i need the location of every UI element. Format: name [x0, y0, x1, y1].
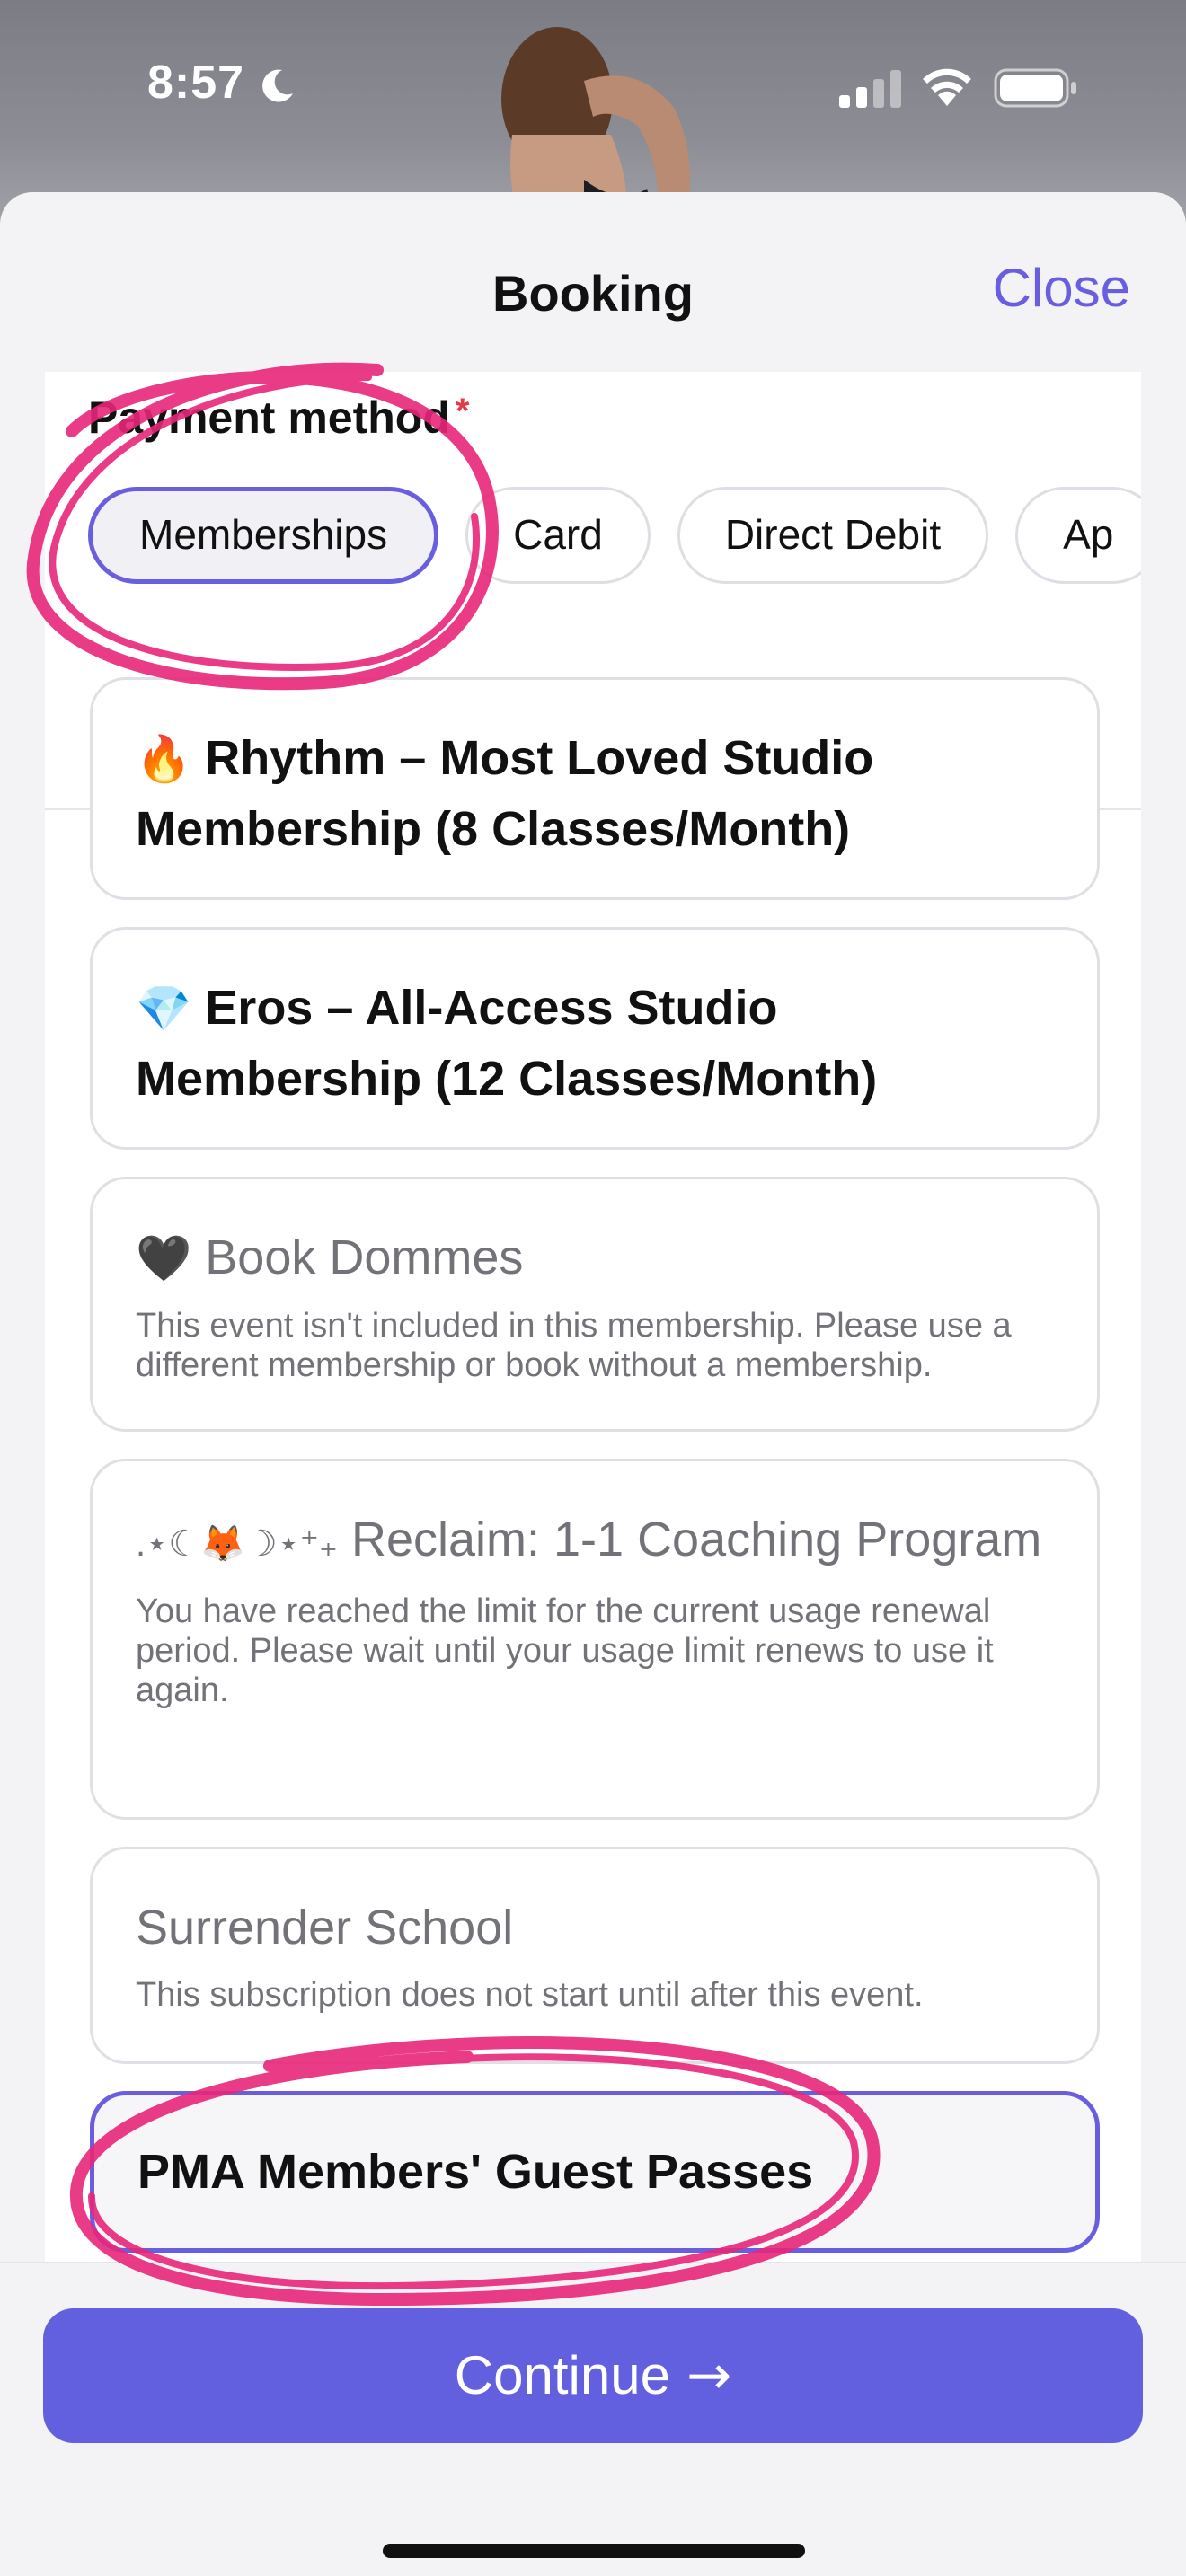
moon-icon [262, 69, 293, 102]
membership-title: PMA Members' Guest Passes [137, 2145, 814, 2199]
membership-note: This subscription does not start until a… [136, 1976, 924, 2014]
wifi-icon [923, 68, 971, 106]
status-time: 8:57 [147, 57, 245, 109]
membership-card-surrender-school: Surrender School This subscription does … [90, 1847, 1100, 2064]
membership-title: .⋆☾🦊☽⋆⁺₊ Reclaim: 1-1 Coaching Program [136, 1504, 1054, 1579]
membership-title-text: Reclaim: 1-1 Coaching Program [350, 1513, 1042, 1566]
membership-title-text: Rhythm – Most Loved Studio Membership (8… [136, 731, 874, 856]
arrow-right-icon: → [686, 2344, 732, 2407]
continue-label: Continue [454, 2345, 670, 2405]
home-indicator [383, 2544, 805, 2558]
membership-card-book-dommes: 🖤 Book Dommes This event isn't included … [90, 1177, 1100, 1432]
membership-title-text: Book Dommes [205, 1231, 524, 1284]
membership-card-pma-guest-passes[interactable]: PMA Members' Guest Passes [90, 2091, 1100, 2253]
status-bar: 8:57 [0, 0, 1186, 180]
decorative-symbols: .⋆☾🦊☽⋆⁺₊ [136, 1524, 338, 1564]
membership-title: 🖤 Book Dommes [136, 1222, 1054, 1293]
payment-method-chips: Memberships Card Direct Debit Ap [88, 487, 1141, 591]
black-heart-icon: 🖤 [136, 1232, 192, 1284]
membership-title: 💎 Eros – All-Access Studio Membership (1… [136, 973, 1054, 1114]
payment-method-label: Payment method * [88, 392, 469, 444]
footer-bar: Continue → [0, 2262, 1186, 2576]
membership-card-rhythm[interactable]: 🔥 Rhythm – Most Loved Studio Membership … [90, 677, 1100, 900]
continue-button[interactable]: Continue → [43, 2308, 1143, 2443]
membership-note: You have reached the limit for the curre… [136, 1592, 994, 1709]
membership-card-reclaim: .⋆☾🦊☽⋆⁺₊ Reclaim: 1-1 Coaching Program Y… [90, 1459, 1100, 1820]
fire-icon: 🔥 [136, 733, 192, 785]
chip-apple-pay[interactable]: Ap [1015, 487, 1141, 584]
gem-icon: 💎 [136, 983, 192, 1035]
membership-title-text: Eros – All-Access Studio Membership (12 … [136, 981, 878, 1106]
chip-memberships[interactable]: Memberships [88, 487, 439, 584]
close-button[interactable]: Close [993, 257, 1130, 319]
booking-sheet: Booking Close Payment method * Membership… [0, 192, 1186, 2576]
battery-icon [994, 68, 1076, 108]
membership-note: This event isn't included in this member… [136, 1307, 1012, 1384]
chip-direct-debit[interactable]: Direct Debit [677, 487, 989, 584]
payment-method-label-text: Payment method [88, 393, 450, 443]
membership-card-eros[interactable]: 💎 Eros – All-Access Studio Membership (1… [90, 927, 1100, 1150]
required-mark: * [455, 392, 470, 431]
membership-title: 🔥 Rhythm – Most Loved Studio Membership … [136, 723, 1054, 864]
membership-title: Surrender School [136, 1901, 514, 1954]
sheet-header: Booking Close [0, 192, 1186, 372]
cellular-signal-icon [839, 70, 901, 108]
chip-card[interactable]: Card [465, 487, 651, 584]
